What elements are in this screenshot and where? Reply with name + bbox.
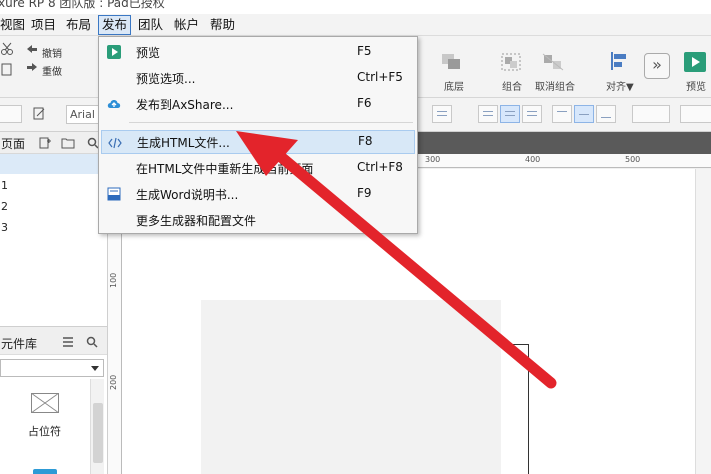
menu-item-more-generators[interactable]: 更多生成器和配置文件	[101, 208, 415, 232]
menu-item-label: 预览	[136, 46, 161, 60]
publish-menu: 预览 F5 预览选项... Ctrl+F5 发布到AxShare... F6 生…	[98, 36, 418, 234]
align-icon[interactable]	[609, 50, 629, 72]
page-row[interactable]: 1	[0, 176, 107, 196]
pages-panel-title: 页面	[1, 137, 26, 151]
valign-middle-button[interactable]	[574, 105, 594, 123]
fill-color-dropdown[interactable]	[632, 105, 670, 123]
menu-item-shortcut: F5	[357, 44, 372, 58]
library-panel: 元件库 占位符	[0, 326, 108, 474]
next-widget-icon[interactable]	[33, 469, 57, 474]
menu-item-regenerate-page[interactable]: 在HTML文件中重新生成当前页面 Ctrl+F8	[101, 156, 415, 180]
cloud-upload-icon	[107, 100, 121, 108]
page-row[interactable]: 2	[0, 197, 107, 217]
add-page-icon[interactable]	[39, 137, 51, 149]
library-select[interactable]	[0, 359, 104, 377]
menu-item-shortcut: F9	[357, 186, 372, 200]
cut-icon[interactable]	[0, 42, 14, 56]
ruler-label: 100	[109, 272, 118, 288]
menu-account[interactable]: 帐户	[171, 15, 202, 35]
menu-item-label: 生成Word说明书...	[136, 188, 239, 202]
library-search-icon[interactable]	[86, 336, 98, 348]
preview-toolbar-label[interactable]: 预览	[686, 78, 706, 93]
ungroup-label[interactable]: 取消组合	[535, 78, 575, 93]
placeholder-widget-label[interactable]: 占位符	[28, 423, 61, 439]
menu-item-label: 发布到AxShare...	[136, 98, 234, 112]
code-icon	[108, 137, 122, 149]
font-family-field[interactable]: Arial	[66, 105, 100, 124]
group-icon[interactable]	[500, 52, 522, 72]
menu-item-label: 预览选项...	[136, 72, 196, 86]
pages-panel: 页面 1 2 3	[0, 132, 108, 326]
menu-item-shortcut: F8	[358, 134, 373, 148]
ruler-label: 200	[109, 374, 118, 390]
ruler-label: 400	[525, 155, 541, 164]
ruler-label: 300	[425, 155, 441, 164]
window-title: xure RP 8 团队版 : Pad已授权	[0, 0, 165, 10]
align-center-button[interactable]	[500, 105, 520, 123]
canvas-shape-border	[501, 344, 529, 345]
paste-icon[interactable]	[0, 62, 14, 76]
add-folder-icon[interactable]	[61, 137, 75, 149]
canvas-scrollbar[interactable]	[695, 169, 711, 474]
bottom-layer-label[interactable]: 底层	[444, 78, 464, 93]
undo-icon[interactable]	[26, 44, 38, 54]
more-tools-button[interactable]: »	[644, 53, 670, 79]
menu-project[interactable]: 项目	[28, 15, 59, 35]
format-painter-icon[interactable]	[32, 106, 48, 122]
shadow-dropdown[interactable]	[680, 105, 711, 123]
menu-item-preview-options[interactable]: 预览选项... Ctrl+F5	[101, 66, 415, 90]
library-panel-header: 元件库	[0, 327, 107, 355]
window-titlebar: xure RP 8 团队版 : Pad已授权	[0, 0, 711, 14]
redo-label[interactable]: 重做	[42, 63, 62, 78]
menu-layout[interactable]: 布局	[63, 15, 94, 35]
style-dropdown[interactable]	[0, 105, 22, 123]
library-panel-title: 元件库	[1, 337, 38, 351]
menubar: 视图 项目 布局 发布 团队 帐户 帮助	[0, 14, 711, 36]
canvas-shape-border	[528, 344, 529, 474]
preview-toolbar-button[interactable]	[684, 52, 706, 72]
bottom-layer-icon[interactable]	[440, 52, 462, 72]
menu-item-publish-axshare[interactable]: 发布到AxShare... F6	[101, 92, 415, 116]
menu-publish[interactable]: 发布	[98, 15, 132, 35]
align-right-button[interactable]	[522, 105, 542, 123]
menu-item-shortcut: F6	[357, 96, 372, 110]
word-doc-icon	[107, 187, 121, 201]
canvas-shape[interactable]	[201, 300, 501, 474]
menu-item-shortcut: Ctrl+F5	[357, 70, 403, 84]
menu-item-generate-html[interactable]: 生成HTML文件... F8	[101, 130, 415, 154]
redo-icon[interactable]	[26, 62, 38, 72]
menu-item-label: 在HTML文件中重新生成当前页面	[136, 162, 314, 176]
menu-item-preview[interactable]: 预览 F5	[101, 40, 415, 64]
library-scrollbar[interactable]	[90, 379, 104, 474]
menu-item-label: 生成HTML文件...	[137, 136, 230, 150]
menu-icon[interactable]	[62, 337, 74, 347]
page-row[interactable]: 3	[0, 218, 107, 238]
align-label[interactable]: 对齐▼	[606, 78, 634, 93]
menu-view[interactable]: 视图	[0, 15, 28, 35]
menu-separator	[129, 122, 413, 123]
valign-top-button[interactable]	[552, 105, 572, 123]
page-row-home[interactable]	[0, 154, 107, 174]
ruler-label: 500	[625, 155, 641, 164]
preview-icon	[107, 45, 121, 59]
library-scrollbar-thumb[interactable]	[93, 403, 103, 463]
menu-item-shortcut: Ctrl+F8	[357, 160, 403, 174]
group-label[interactable]: 组合	[502, 78, 522, 93]
undo-label[interactable]: 撤销	[42, 45, 62, 60]
pages-panel-header: 页面	[0, 132, 107, 154]
valign-bottom-button[interactable]	[596, 105, 616, 123]
placeholder-widget-icon[interactable]	[31, 393, 59, 413]
menu-item-label: 更多生成器和配置文件	[136, 214, 257, 228]
menu-help[interactable]: 帮助	[207, 15, 238, 35]
align-left-button[interactable]	[478, 105, 498, 123]
menu-item-generate-word[interactable]: 生成Word说明书... F9	[101, 182, 415, 206]
ungroup-icon[interactable]	[541, 52, 565, 72]
format-btn-1[interactable]	[432, 105, 452, 123]
menu-team[interactable]: 团队	[135, 15, 166, 35]
